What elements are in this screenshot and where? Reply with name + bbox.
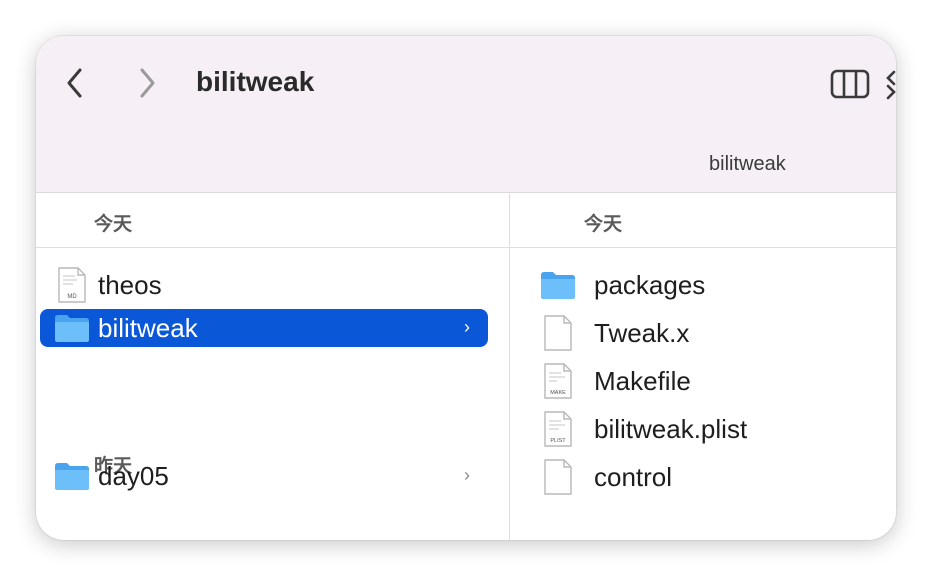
item-name: bilitweak: [98, 312, 198, 343]
chevron-right-icon: ›: [464, 465, 470, 485]
group-label-today: 今天: [94, 214, 133, 235]
list-item[interactable]: packages: [536, 266, 876, 304]
list-item[interactable]: control: [536, 458, 876, 496]
back-button[interactable]: [58, 66, 92, 100]
blank-file-icon: [536, 314, 580, 352]
chevron-left-icon: [67, 68, 82, 98]
column-header: 今天: [36, 193, 509, 248]
file-badge: MAKE: [550, 390, 566, 396]
list-item[interactable]: MAKE Makefile: [536, 362, 876, 400]
list-item[interactable]: Tweak.x: [536, 314, 876, 352]
folder-icon: [50, 457, 94, 495]
path-label: bilitweak: [709, 153, 786, 175]
file-badge: MD: [67, 294, 77, 300]
column-left: 今天 MD theos bilitweak › 昨天 day05 ›: [36, 193, 510, 540]
view-options-button[interactable]: [884, 68, 896, 105]
item-name: day05: [98, 460, 169, 491]
chevron-right-icon: [140, 68, 155, 98]
window-title: bilitweak: [196, 66, 315, 97]
make-file-icon: MAKE: [536, 362, 580, 400]
chevron-updown-icon: [886, 70, 896, 100]
markdown-file-icon: MD: [50, 266, 94, 304]
forward-button[interactable]: [130, 66, 164, 100]
item-name: Tweak.x: [594, 317, 690, 348]
column-right: 今天 packages Tweak.x MAKE Makefile PLIST …: [510, 193, 896, 540]
folder-icon: [50, 309, 94, 347]
list-item[interactable]: MD theos: [40, 266, 488, 304]
folder-icon: [536, 266, 580, 304]
toolbar: bilitweak bilitweak: [36, 36, 896, 193]
column-view-button[interactable]: [830, 68, 870, 105]
list-item[interactable]: day05 ›: [40, 457, 488, 495]
list-item[interactable]: PLIST bilitweak.plist: [536, 410, 876, 448]
plist-file-icon: PLIST: [536, 410, 580, 448]
chevron-right-icon: ›: [464, 317, 470, 337]
finder-window: bilitweak bilitweak 今天 MD theos bilitwea…: [36, 36, 896, 540]
list-item-selected[interactable]: bilitweak ›: [40, 309, 488, 347]
file-badge: PLIST: [550, 438, 566, 444]
item-name: theos: [98, 269, 162, 300]
item-name: packages: [594, 269, 706, 300]
columns-icon: [830, 69, 870, 99]
column-header: 今天: [510, 193, 896, 248]
item-name: Makefile: [594, 365, 691, 396]
blank-file-icon: [536, 458, 580, 496]
group-label-today: 今天: [584, 214, 623, 235]
item-name: bilitweak.plist: [594, 413, 748, 444]
item-name: control: [594, 461, 673, 492]
